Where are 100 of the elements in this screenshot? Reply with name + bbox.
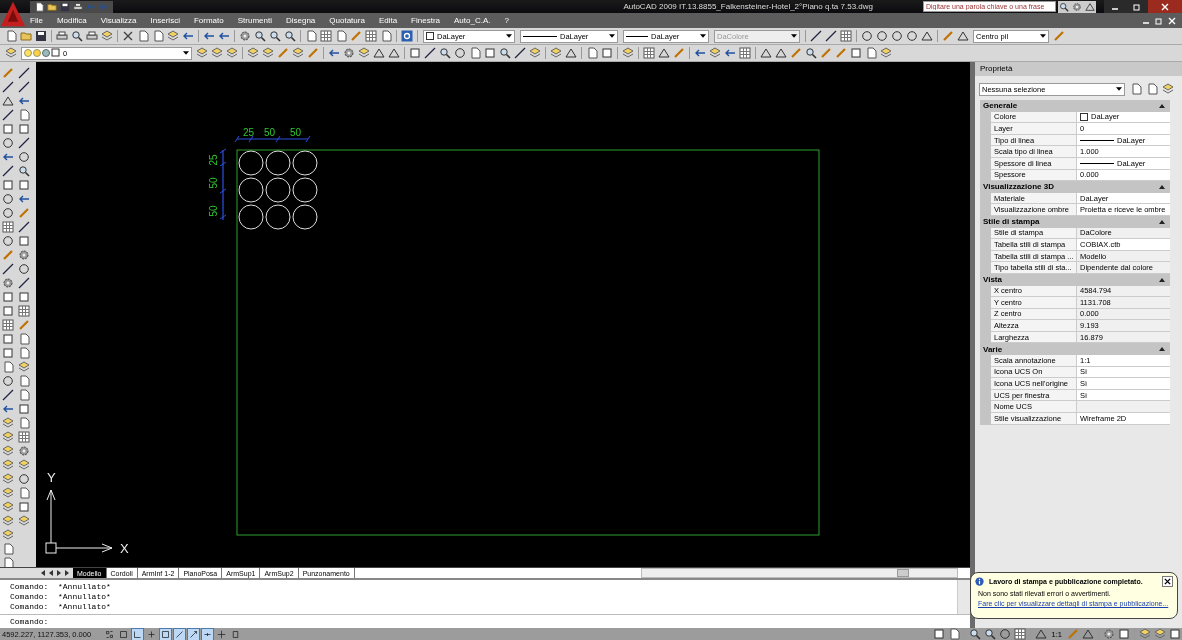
layers-icon[interactable] bbox=[17, 514, 31, 528]
line-icon[interactable] bbox=[513, 46, 527, 60]
minimize-button[interactable] bbox=[1104, 0, 1126, 13]
document-icon[interactable] bbox=[1, 556, 15, 570]
restore-button[interactable] bbox=[1126, 0, 1148, 13]
cross-icon[interactable] bbox=[121, 29, 135, 43]
layers-icon[interactable] bbox=[4, 46, 18, 60]
layers-icon[interactable] bbox=[1138, 627, 1152, 640]
menu-item[interactable]: ? bbox=[504, 16, 509, 25]
square-icon[interactable] bbox=[931, 627, 946, 640]
square-icon[interactable] bbox=[1, 178, 15, 192]
layers-icon[interactable] bbox=[1, 514, 15, 528]
triangle-icon[interactable] bbox=[564, 46, 578, 60]
menu-item[interactable]: Auto_C.A. bbox=[454, 16, 491, 25]
line-icon[interactable] bbox=[1, 262, 15, 276]
circle-icon[interactable] bbox=[860, 29, 874, 43]
layers-icon[interactable] bbox=[528, 46, 542, 60]
menu-item[interactable]: Formato bbox=[193, 16, 224, 25]
triangle-icon[interactable] bbox=[759, 46, 773, 60]
square-icon[interactable] bbox=[17, 402, 31, 416]
pencil-icon[interactable] bbox=[17, 318, 31, 332]
section-header[interactable]: Varie bbox=[980, 343, 1170, 356]
layers-icon[interactable] bbox=[1, 528, 15, 542]
layers-icon[interactable] bbox=[879, 46, 893, 60]
circle-icon[interactable] bbox=[453, 46, 467, 60]
menu-item[interactable]: Strumenti bbox=[237, 16, 272, 25]
magnifier-icon[interactable] bbox=[438, 46, 452, 60]
document-icon[interactable] bbox=[33, 0, 45, 13]
triangle-icon[interactable] bbox=[387, 46, 401, 60]
grid-icon[interactable] bbox=[1, 318, 15, 332]
layers-icon[interactable] bbox=[17, 458, 31, 472]
horizontal-scrollbar[interactable] bbox=[641, 568, 958, 578]
menu-item[interactable]: Quotatura bbox=[329, 16, 365, 25]
line-icon[interactable] bbox=[17, 80, 31, 94]
triangle-icon[interactable] bbox=[1081, 627, 1095, 640]
grid-icon[interactable] bbox=[1012, 627, 1027, 640]
tab-navigation[interactable] bbox=[0, 568, 73, 578]
magnifier-icon[interactable] bbox=[253, 29, 267, 43]
grid-icon[interactable] bbox=[642, 46, 656, 60]
layers-icon[interactable] bbox=[1161, 82, 1175, 96]
circle-icon[interactable] bbox=[1, 206, 15, 220]
square-icon[interactable] bbox=[1, 332, 15, 346]
layers-icon[interactable] bbox=[1, 472, 15, 486]
circle-icon[interactable] bbox=[1, 234, 15, 248]
square-icon[interactable] bbox=[1, 304, 15, 318]
line-icon[interactable] bbox=[17, 276, 31, 290]
magnifier-icon[interactable] bbox=[70, 29, 84, 43]
line-icon[interactable] bbox=[17, 220, 31, 234]
line-icon[interactable] bbox=[824, 29, 838, 43]
circle-icon[interactable] bbox=[875, 29, 889, 43]
layers-icon[interactable] bbox=[1, 500, 15, 514]
line-icon[interactable] bbox=[1, 164, 15, 178]
triangle-icon[interactable] bbox=[1033, 627, 1048, 640]
menu-item[interactable]: Disegna bbox=[285, 16, 316, 25]
square-icon[interactable] bbox=[1117, 627, 1131, 640]
pencil-icon[interactable] bbox=[306, 46, 320, 60]
grid-icon[interactable] bbox=[17, 304, 31, 318]
pencil-icon[interactable] bbox=[349, 29, 363, 43]
line-icon[interactable] bbox=[17, 136, 31, 150]
menu-item[interactable]: File bbox=[30, 16, 43, 25]
layers-icon[interactable] bbox=[1, 458, 15, 472]
line-icon[interactable] bbox=[809, 29, 823, 43]
line-icon[interactable] bbox=[1, 80, 15, 94]
line-icon[interactable] bbox=[1, 108, 15, 122]
triangle-icon[interactable] bbox=[774, 46, 788, 60]
section-header[interactable]: Generale bbox=[980, 100, 1170, 112]
close-icon[interactable] bbox=[1168, 16, 1176, 25]
square-icon[interactable] bbox=[1, 346, 15, 360]
square-icon[interactable] bbox=[408, 46, 422, 60]
menu-item[interactable]: Finestra bbox=[411, 16, 440, 25]
line-icon[interactable] bbox=[17, 66, 31, 80]
line-icon[interactable] bbox=[423, 46, 437, 60]
layers-icon[interactable] bbox=[357, 46, 371, 60]
magnifier-icon[interactable] bbox=[1058, 0, 1070, 13]
circle-icon[interactable] bbox=[17, 262, 31, 276]
square-icon[interactable] bbox=[600, 46, 614, 60]
square-icon[interactable] bbox=[17, 122, 31, 136]
layers-icon[interactable] bbox=[246, 46, 260, 60]
layers-icon[interactable] bbox=[549, 46, 563, 60]
layers-icon[interactable] bbox=[261, 46, 275, 60]
magnifier-icon[interactable] bbox=[17, 164, 31, 178]
grid-icon[interactable] bbox=[738, 46, 752, 60]
layers-icon[interactable] bbox=[166, 29, 180, 43]
magnifier-icon[interactable] bbox=[498, 46, 512, 60]
close-button[interactable] bbox=[1162, 576, 1173, 587]
help-icon[interactable] bbox=[400, 29, 414, 43]
circle-icon[interactable] bbox=[890, 29, 904, 43]
magnifier-icon[interactable] bbox=[804, 46, 818, 60]
layers-icon[interactable] bbox=[1, 416, 15, 430]
square-icon[interactable] bbox=[483, 46, 497, 60]
magnifier-icon[interactable] bbox=[967, 627, 982, 640]
triangle-icon[interactable] bbox=[372, 46, 386, 60]
layers-icon[interactable] bbox=[1153, 627, 1167, 640]
square-icon[interactable] bbox=[849, 46, 863, 60]
magnifier-icon[interactable] bbox=[268, 29, 282, 43]
section-header[interactable]: Visualizzazione 3D bbox=[980, 181, 1170, 193]
triangle-icon[interactable] bbox=[1, 94, 15, 108]
square-icon[interactable] bbox=[17, 234, 31, 248]
square-icon[interactable] bbox=[1, 290, 15, 304]
grid-icon[interactable] bbox=[839, 29, 853, 43]
